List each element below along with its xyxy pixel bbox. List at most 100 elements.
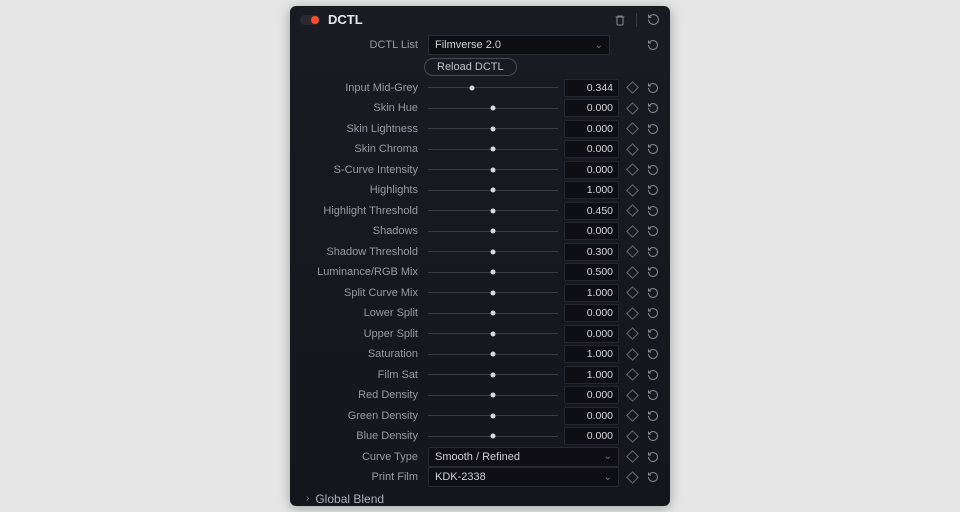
param-reset[interactable] (646, 265, 660, 279)
keyframe-button[interactable] (626, 368, 639, 381)
slider-thumb[interactable] (491, 126, 496, 131)
trash-icon[interactable] (614, 14, 626, 26)
param-reset[interactable] (646, 327, 660, 341)
param-slider[interactable] (428, 283, 558, 303)
param-slider[interactable] (428, 78, 558, 98)
param-value[interactable]: 0.000 (564, 427, 619, 445)
param-slider[interactable] (428, 139, 558, 159)
dctl-list-dropdown[interactable]: Filmverse 2.0 ⌄ (428, 35, 610, 55)
param-slider[interactable] (428, 98, 558, 118)
keyframe-button[interactable] (626, 430, 639, 443)
reset-all-icon[interactable] (647, 13, 660, 26)
param-value[interactable]: 0.000 (564, 140, 619, 158)
param-slider[interactable] (428, 262, 558, 282)
param-value[interactable]: 0.000 (564, 222, 619, 240)
slider-thumb[interactable] (491, 208, 496, 213)
keyframe-button[interactable] (626, 389, 639, 402)
slider-thumb[interactable] (491, 167, 496, 172)
slider-thumb[interactable] (491, 106, 496, 111)
param-reset[interactable] (646, 142, 660, 156)
slider-thumb[interactable] (491, 188, 496, 193)
keyframe-button[interactable] (626, 163, 639, 176)
param-slider[interactable] (428, 303, 558, 323)
enable-toggle[interactable] (300, 15, 320, 25)
param-slider[interactable] (428, 324, 558, 344)
param-slider[interactable] (428, 344, 558, 364)
param-value[interactable]: 0.000 (564, 325, 619, 343)
param-reset[interactable] (646, 204, 660, 218)
param-value[interactable]: 0.344 (564, 79, 619, 97)
keyframe-button[interactable] (626, 204, 639, 217)
param-value[interactable]: 1.000 (564, 345, 619, 363)
keyframe-button[interactable] (626, 184, 639, 197)
param-slider[interactable] (428, 406, 558, 426)
print-film-reset[interactable] (646, 470, 660, 484)
param-slider[interactable] (428, 160, 558, 180)
param-value[interactable]: 0.000 (564, 161, 619, 179)
keyframe-button[interactable] (626, 102, 639, 115)
param-slider[interactable] (428, 385, 558, 405)
slider-thumb[interactable] (491, 147, 496, 152)
param-reset[interactable] (646, 245, 660, 259)
param-value[interactable]: 0.000 (564, 407, 619, 425)
param-slider[interactable] (428, 221, 558, 241)
keyframe-button[interactable] (626, 286, 639, 299)
reload-dctl-button[interactable]: Reload DCTL (424, 58, 517, 76)
keyframe-button[interactable] (626, 327, 639, 340)
param-value[interactable]: 1.000 (564, 284, 619, 302)
param-reset[interactable] (646, 409, 660, 423)
slider-thumb[interactable] (491, 311, 496, 316)
slider-thumb[interactable] (491, 270, 496, 275)
keyframe-button[interactable] (626, 450, 639, 463)
param-slider[interactable] (428, 119, 558, 139)
param-value[interactable]: 0.500 (564, 263, 619, 281)
param-slider[interactable] (428, 426, 558, 446)
param-value[interactable]: 0.000 (564, 386, 619, 404)
param-slider[interactable] (428, 242, 558, 262)
keyframe-button[interactable] (626, 143, 639, 156)
keyframe-button[interactable] (626, 307, 639, 320)
param-reset[interactable] (646, 429, 660, 443)
param-reset[interactable] (646, 101, 660, 115)
param-value[interactable]: 0.000 (564, 304, 619, 322)
keyframe-button[interactable] (626, 266, 639, 279)
param-reset[interactable] (646, 306, 660, 320)
keyframe-button[interactable] (626, 471, 639, 484)
keyframe-button[interactable] (626, 81, 639, 94)
param-value[interactable]: 0.450 (564, 202, 619, 220)
param-value[interactable]: 0.000 (564, 120, 619, 138)
slider-thumb[interactable] (491, 249, 496, 254)
keyframe-button[interactable] (626, 245, 639, 258)
slider-thumb[interactable] (491, 434, 496, 439)
global-blend-group[interactable]: › Global Blend (300, 488, 660, 507)
param-reset[interactable] (646, 347, 660, 361)
slider-thumb[interactable] (491, 331, 496, 336)
param-reset[interactable] (646, 122, 660, 136)
param-reset[interactable] (646, 183, 660, 197)
slider-thumb[interactable] (491, 352, 496, 357)
keyframe-button[interactable] (626, 409, 639, 422)
param-value[interactable]: 1.000 (564, 366, 619, 384)
param-reset[interactable] (646, 368, 660, 382)
dctl-list-reset[interactable] (646, 38, 660, 52)
param-slider[interactable] (428, 180, 558, 200)
param-value[interactable]: 1.000 (564, 181, 619, 199)
slider-thumb[interactable] (491, 372, 496, 377)
param-slider[interactable] (428, 365, 558, 385)
curve-type-dropdown[interactable]: Smooth / Refined ⌄ (428, 447, 619, 467)
slider-thumb[interactable] (491, 229, 496, 234)
param-value[interactable]: 0.300 (564, 243, 619, 261)
param-reset[interactable] (646, 81, 660, 95)
param-value[interactable]: 0.000 (564, 99, 619, 117)
curve-type-reset[interactable] (646, 450, 660, 464)
slider-thumb[interactable] (470, 85, 475, 90)
param-reset[interactable] (646, 163, 660, 177)
slider-thumb[interactable] (491, 290, 496, 295)
param-reset[interactable] (646, 388, 660, 402)
keyframe-button[interactable] (626, 122, 639, 135)
slider-thumb[interactable] (491, 413, 496, 418)
print-film-dropdown[interactable]: KDK-2338 ⌄ (428, 467, 619, 487)
param-reset[interactable] (646, 224, 660, 238)
keyframe-button[interactable] (626, 348, 639, 361)
slider-thumb[interactable] (491, 393, 496, 398)
